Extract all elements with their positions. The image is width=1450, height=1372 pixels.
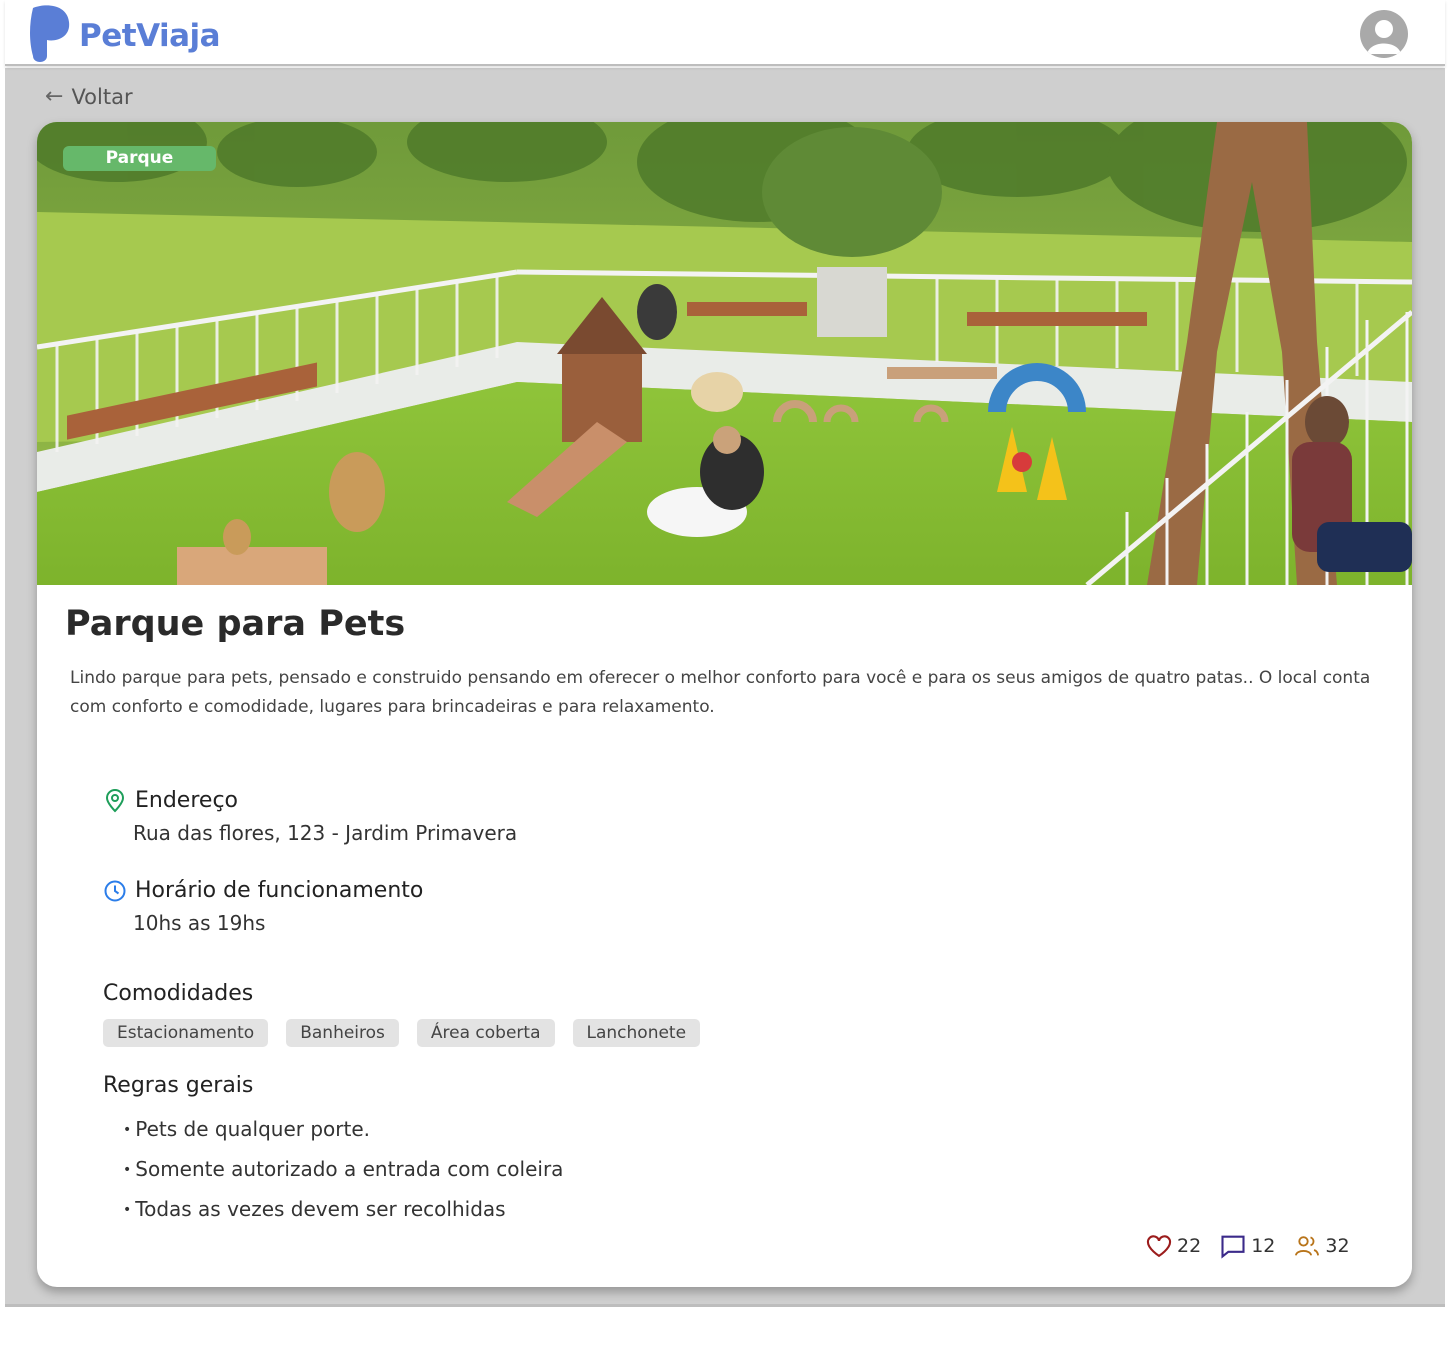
address-label: Endereço — [135, 788, 238, 813]
likes-count: 22 — [1177, 1235, 1202, 1257]
back-label: Voltar — [71, 84, 133, 109]
address-block: Endereço Rua das flores, 123 - Jardim Pr… — [103, 788, 517, 845]
comment-icon — [1221, 1235, 1245, 1259]
clock-icon — [104, 880, 126, 901]
comments-count: 12 — [1251, 1235, 1276, 1257]
heart-icon — [1146, 1235, 1172, 1258]
rule-item: Somente autorizado a entrada com coleira — [123, 1157, 563, 1197]
place-card: Parque Parque para Pets Lindo parque par… — [37, 122, 1412, 1287]
map-pin-icon — [105, 788, 125, 812]
engagement-stats: 22 12 32 — [1145, 1232, 1350, 1260]
amenities-list: Estacionamento Banheiros Área coberta La… — [103, 1019, 701, 1047]
visitors-button[interactable]: 32 — [1293, 1232, 1350, 1260]
divider — [5, 1304, 1445, 1307]
category-badge: Parque — [63, 146, 216, 171]
address-value: Rua das flores, 123 - Jardim Primavera — [133, 821, 518, 845]
amenity-tag: Banheiros — [286, 1019, 399, 1047]
amenity-tag: Lanchonete — [572, 1019, 701, 1047]
logo[interactable]: PetViaja — [27, 4, 221, 64]
rule-item: Pets de qualquer porte. — [123, 1117, 563, 1157]
amenities-title: Comodidades — [103, 981, 254, 1006]
likes-button[interactable]: 22 — [1145, 1232, 1201, 1260]
place-photo: Parque — [37, 122, 1412, 585]
amenity-tag: Área coberta — [416, 1019, 555, 1047]
rules-list: Pets de qualquer porte. Somente autoriza… — [123, 1117, 563, 1237]
petviaja-logo-icon — [30, 5, 70, 62]
app-frame: PetViaja ← Voltar Parque Parque para Pet… — [5, 0, 1445, 1372]
app-name: PetViaja — [79, 18, 221, 54]
arrow-left-icon: ← — [45, 84, 64, 109]
place-description: Lindo parque para pets, pensado e constr… — [70, 668, 1371, 717]
top-bar: PetViaja — [5, 0, 1445, 66]
hours-label: Horário de funcionamento — [135, 878, 424, 903]
users-icon — [1295, 1236, 1320, 1256]
comments-button[interactable]: 12 — [1219, 1232, 1275, 1260]
amenity-tag: Estacionamento — [103, 1019, 269, 1047]
rule-item: Todas as vezes devem ser recolhidas — [123, 1197, 563, 1237]
rules-title: Regras gerais — [103, 1073, 254, 1098]
hours-value: 10hs as 19hs — [133, 911, 266, 935]
back-button[interactable]: ← Voltar — [45, 84, 133, 109]
place-title: Parque para Pets — [65, 604, 406, 644]
visitors-count: 32 — [1325, 1235, 1350, 1257]
user-avatar-icon[interactable] — [1360, 10, 1408, 58]
hours-block: Horário de funcionamento 10hs as 19hs — [103, 878, 423, 935]
